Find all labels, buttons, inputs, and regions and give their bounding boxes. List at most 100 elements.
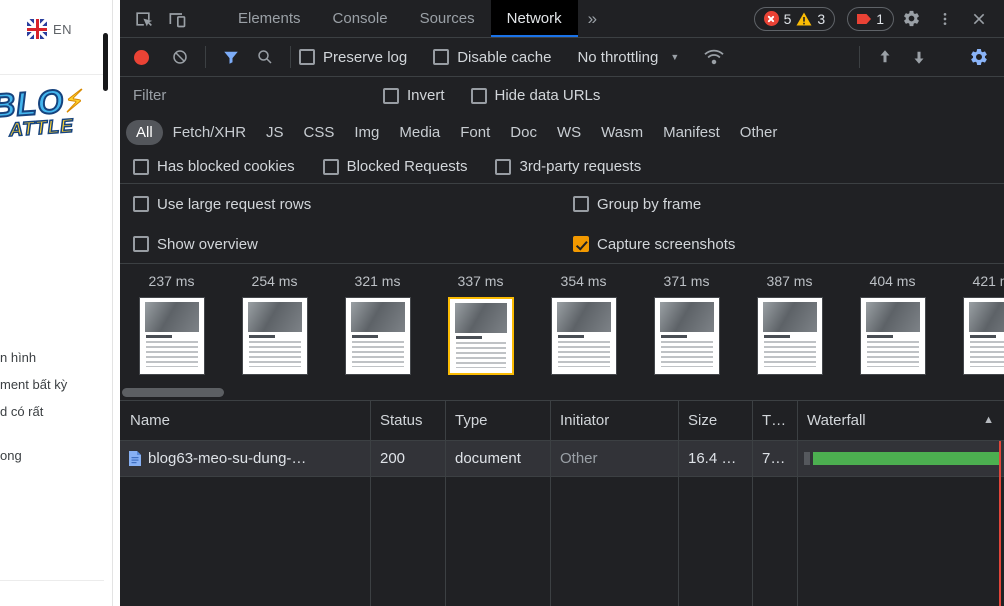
column-header-size[interactable]: Size	[678, 401, 752, 440]
column-header-waterfall[interactable]: Waterfall▲	[797, 401, 1004, 440]
request-status: 200	[370, 441, 445, 476]
show-overview-checkbox[interactable]: Show overview	[133, 224, 573, 264]
capture-screenshots-checkbox[interactable]: Capture screenshots	[573, 224, 1004, 264]
chip-js[interactable]: JS	[256, 120, 294, 145]
filmstrip-frame[interactable]: 321 ms	[326, 264, 429, 386]
chip-other[interactable]: Other	[730, 120, 788, 145]
column-header-status[interactable]: Status	[370, 401, 445, 440]
column-header-time[interactable]: T…	[752, 401, 797, 440]
column-divider[interactable]	[445, 401, 446, 606]
clear-network-log-icon[interactable]	[163, 42, 197, 72]
filter-input[interactable]	[133, 87, 383, 104]
blocked-requests-checkbox[interactable]: Blocked Requests	[323, 158, 468, 175]
filmstrip-frame[interactable]: 237 ms	[120, 264, 223, 386]
frame-timestamp: 371 ms	[664, 273, 710, 289]
disable-cache-checkbox[interactable]: Disable cache	[433, 49, 551, 66]
search-icon[interactable]	[248, 42, 282, 72]
sort-ascending-icon: ▲	[983, 401, 994, 440]
tab-sources[interactable]: Sources	[404, 0, 491, 37]
checkbox-icon	[433, 49, 449, 65]
network-filter-row: Invert Hide data URLs	[120, 77, 1004, 114]
network-toolbar-right	[851, 42, 1004, 72]
column-header-initiator[interactable]: Initiator	[550, 401, 678, 440]
network-settings-gear-icon[interactable]	[962, 42, 996, 72]
column-divider[interactable]	[752, 401, 753, 606]
hide-data-urls-label: Hide data URLs	[495, 87, 601, 104]
more-options-icon[interactable]	[928, 4, 962, 34]
chip-font[interactable]: Font	[450, 120, 500, 145]
chip-doc[interactable]: Doc	[500, 120, 547, 145]
checkbox-checked-icon	[573, 236, 589, 252]
page-text-fragment: n hình	[0, 350, 36, 365]
hide-data-urls-checkbox[interactable]: Hide data URLs	[471, 87, 601, 104]
has-blocked-cookies-checkbox[interactable]: Has blocked cookies	[133, 158, 295, 175]
network-toolbar: Preserve log Disable cache No throttling…	[120, 38, 1004, 77]
column-divider[interactable]	[550, 401, 551, 606]
settings-gear-icon[interactable]	[894, 4, 928, 34]
request-name: blog63-meo-su-dung-…	[148, 441, 306, 476]
device-toolbar-icon[interactable]	[160, 4, 194, 34]
inspect-element-icon[interactable]	[126, 4, 160, 34]
checkbox-icon	[323, 159, 339, 175]
uk-flag-icon	[27, 19, 47, 39]
checkbox-icon	[471, 88, 487, 104]
preserve-log-checkbox[interactable]: Preserve log	[299, 49, 407, 66]
more-tabs-chevron-icon[interactable]: »	[578, 9, 607, 29]
chip-manifest[interactable]: Manifest	[653, 120, 730, 145]
has-blocked-cookies-label: Has blocked cookies	[157, 158, 295, 175]
filmstrip-frame[interactable]: 254 ms	[223, 264, 326, 386]
language-switcher[interactable]: EN	[27, 19, 72, 39]
frame-timestamp: 237 ms	[149, 273, 195, 289]
chip-img[interactable]: Img	[344, 120, 389, 145]
filter-funnel-icon[interactable]	[214, 42, 248, 72]
request-row[interactable]: blog63-meo-su-dung-… 200 document Other …	[120, 441, 1004, 477]
chip-fetch-xhr[interactable]: Fetch/XHR	[163, 120, 256, 145]
export-har-icon[interactable]	[868, 42, 902, 72]
chip-wasm[interactable]: Wasm	[591, 120, 653, 145]
column-header-type[interactable]: Type	[445, 401, 550, 440]
site-logo[interactable]: BLO⚡ ATTLE	[0, 81, 89, 143]
tab-elements[interactable]: Elements	[222, 0, 317, 37]
use-large-request-rows-checkbox[interactable]: Use large request rows	[133, 184, 573, 224]
close-devtools-icon[interactable]	[962, 4, 996, 34]
column-header-name[interactable]: Name	[120, 401, 370, 440]
group-by-frame-checkbox[interactable]: Group by frame	[573, 184, 1004, 224]
chip-ws[interactable]: WS	[547, 120, 591, 145]
blocked-requests-label: Blocked Requests	[347, 158, 468, 175]
filmstrip-frame[interactable]: 387 ms	[738, 264, 841, 386]
error-count: 5	[784, 11, 792, 27]
third-party-requests-checkbox[interactable]: 3rd-party requests	[495, 158, 641, 175]
filmstrip-frame[interactable]: 371 ms	[635, 264, 738, 386]
tab-network[interactable]: Network	[491, 0, 578, 37]
requests-table: Name Status Type Initiator Size T… Water…	[120, 400, 1004, 606]
console-errors-warnings-badge[interactable]: 5 3	[754, 7, 836, 31]
filmstrip-frame-selected[interactable]: 337 ms	[429, 264, 532, 386]
tab-console[interactable]: Console	[317, 0, 404, 37]
request-name-cell: blog63-meo-su-dung-…	[120, 441, 370, 476]
issues-badge[interactable]: 1	[847, 7, 894, 31]
column-divider[interactable]	[797, 401, 798, 606]
invert-checkbox[interactable]: Invert	[383, 87, 445, 104]
filmstrip-scrollbar-thumb[interactable]	[122, 388, 224, 397]
record-network-log-button[interactable]	[134, 50, 149, 65]
column-divider[interactable]	[678, 401, 679, 606]
filmstrip-frame[interactable]: 421 ms	[944, 264, 1004, 386]
disable-cache-label: Disable cache	[457, 49, 551, 66]
throttling-dropdown[interactable]: No throttling ▼	[577, 49, 679, 66]
import-har-icon[interactable]	[902, 42, 936, 72]
page-scrollbar-thumb[interactable]	[103, 33, 108, 91]
network-options-grid: Use large request rows Group by frame Sh…	[120, 184, 1004, 264]
chip-css[interactable]: CSS	[294, 120, 345, 145]
request-time: 7…	[752, 441, 797, 476]
browser-page: EN BLO⚡ ATTLE n hình ment bất kỳ d có rấ…	[0, 0, 120, 606]
column-divider[interactable]	[370, 401, 371, 606]
filmstrip-frame[interactable]: 404 ms	[841, 264, 944, 386]
waterfall-download-bar	[813, 452, 999, 465]
network-conditions-icon[interactable]	[697, 42, 731, 72]
chip-all[interactable]: All	[126, 120, 163, 145]
checkbox-icon	[133, 159, 149, 175]
filmstrip-frame[interactable]: 354 ms	[532, 264, 635, 386]
frame-thumbnail	[448, 297, 514, 375]
chip-media[interactable]: Media	[389, 120, 450, 145]
request-waterfall-cell	[797, 441, 1004, 476]
